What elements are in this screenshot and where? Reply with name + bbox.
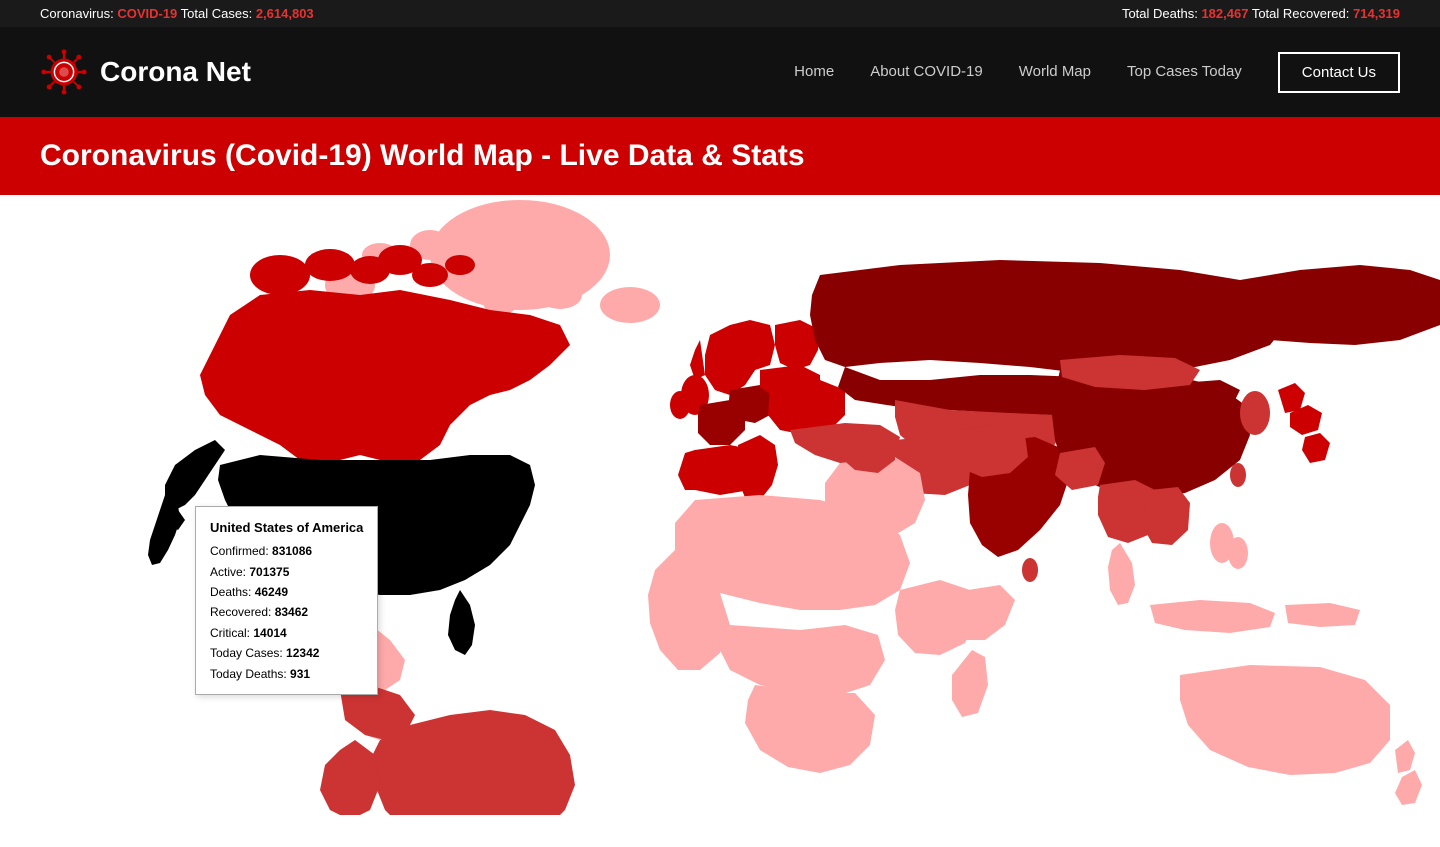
confirmed-label: Confirmed: bbox=[210, 544, 272, 558]
deaths-value: 46249 bbox=[255, 585, 288, 599]
nav-home[interactable]: Home bbox=[794, 63, 834, 80]
deaths-label: Deaths: bbox=[210, 585, 255, 599]
active-value: 701375 bbox=[249, 565, 289, 579]
virus-icon bbox=[40, 48, 88, 96]
left-stats: Coronavirus: COVID-19 Total Cases: 2,614… bbox=[40, 6, 314, 21]
logo-text: Corona Net bbox=[100, 56, 251, 88]
total-deaths-label: Total Deaths: bbox=[1122, 6, 1202, 21]
total-recovered-label: Total Recovered: bbox=[1252, 6, 1353, 21]
recovered-value: 83462 bbox=[275, 605, 308, 619]
contact-button[interactable]: Contact Us bbox=[1278, 52, 1400, 93]
today-cases-label: Today Cases: bbox=[210, 646, 286, 660]
total-recovered-value: 714,319 bbox=[1353, 6, 1400, 21]
map-container: United States of America Confirmed: 8310… bbox=[0, 195, 1440, 815]
today-deaths-value: 931 bbox=[290, 667, 310, 681]
tooltip-deaths: Deaths: 46249 bbox=[210, 582, 363, 602]
country-tooltip: United States of America Confirmed: 8310… bbox=[195, 506, 378, 695]
tooltip-active: Active: 701375 bbox=[210, 562, 363, 582]
covid-label: COVID-19 bbox=[117, 6, 177, 21]
banner: Coronavirus (Covid-19) World Map - Live … bbox=[0, 117, 1440, 195]
tooltip-recovered: Recovered: 83462 bbox=[210, 602, 363, 622]
nav-about[interactable]: About COVID-19 bbox=[870, 63, 983, 80]
tooltip-today-deaths: Today Deaths: 931 bbox=[210, 664, 363, 684]
confirmed-value: 831086 bbox=[272, 544, 312, 558]
tooltip-today-cases: Today Cases: 12342 bbox=[210, 643, 363, 663]
logo[interactable]: Corona Net bbox=[40, 48, 251, 96]
stats-bar: Coronavirus: COVID-19 Total Cases: 2,614… bbox=[0, 0, 1440, 27]
navbar: Corona Net Home About COVID-19 World Map… bbox=[0, 27, 1440, 117]
banner-title: Coronavirus (Covid-19) World Map - Live … bbox=[40, 139, 1400, 173]
nav-topcases[interactable]: Top Cases Today bbox=[1127, 63, 1242, 80]
today-deaths-label: Today Deaths: bbox=[210, 667, 290, 681]
total-cases-label: Total Cases: bbox=[181, 6, 256, 21]
coronavirus-label: Coronavirus: bbox=[40, 6, 117, 21]
tooltip-confirmed: Confirmed: 831086 bbox=[210, 541, 363, 561]
nav-worldmap[interactable]: World Map bbox=[1019, 63, 1091, 80]
tooltip-critical: Critical: 14014 bbox=[210, 623, 363, 643]
recovered-label: Recovered: bbox=[210, 605, 275, 619]
active-label: Active: bbox=[210, 565, 249, 579]
tooltip-country: United States of America bbox=[210, 517, 363, 539]
critical-value: 14014 bbox=[253, 626, 286, 640]
today-cases-value: 12342 bbox=[286, 646, 319, 660]
right-stats: Total Deaths: 182,467 Total Recovered: 7… bbox=[1122, 6, 1400, 21]
total-cases-value: 2,614,803 bbox=[256, 6, 314, 21]
total-deaths-value: 182,467 bbox=[1201, 6, 1248, 21]
nav-links: Home About COVID-19 World Map Top Cases … bbox=[794, 52, 1400, 93]
critical-label: Critical: bbox=[210, 626, 253, 640]
world-map-svg[interactable] bbox=[0, 195, 1440, 815]
